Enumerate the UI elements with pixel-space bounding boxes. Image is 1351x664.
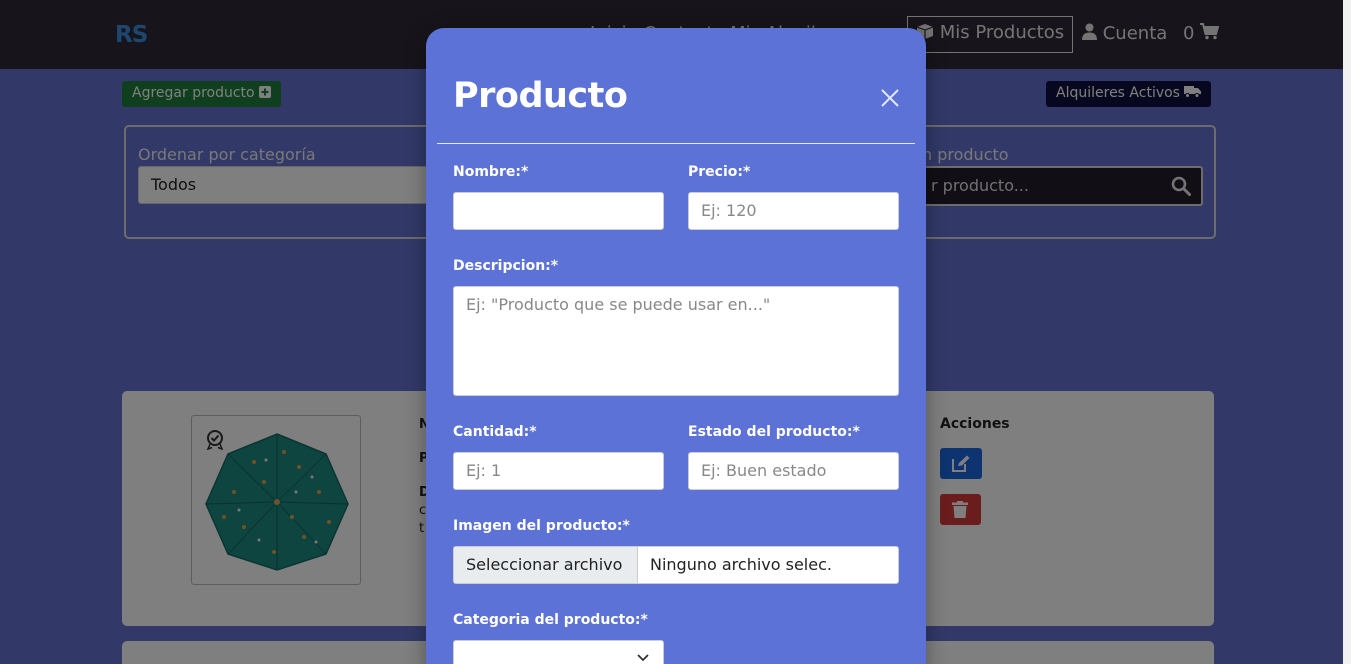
precio-label: Precio:* — [688, 164, 751, 180]
imagen-file-input[interactable]: Seleccionar archivo Ninguno archivo sele… — [453, 546, 899, 584]
descripcion-label: Descripcion:* — [453, 258, 559, 274]
estado-label: Estado del producto:* — [688, 424, 860, 440]
select-file-button[interactable]: Seleccionar archivo — [454, 547, 638, 583]
estado-input[interactable]: Ej: Buen estado — [688, 452, 899, 490]
categoria-select[interactable] — [453, 640, 664, 664]
nombre-input[interactable] — [453, 192, 664, 230]
descripcion-textarea[interactable]: Ej: "Producto que se puede usar en..." — [453, 286, 899, 396]
precio-input[interactable]: Ej: 120 — [688, 192, 899, 230]
cantidad-label: Cantidad:* — [453, 424, 537, 440]
modal-divider — [437, 143, 915, 144]
product-modal: Producto Nombre:* Precio:* Ej: 120 Descr… — [426, 28, 926, 664]
cantidad-input[interactable]: Ej: 1 — [453, 452, 664, 490]
modal-title: Producto — [453, 76, 628, 116]
imagen-label: Imagen del producto:* — [453, 518, 630, 534]
nombre-label: Nombre:* — [453, 164, 529, 180]
close-icon[interactable] — [878, 86, 902, 110]
categoria-label: Categoria del producto:* — [453, 612, 648, 628]
selected-file-name: Ninguno archivo selec. — [650, 555, 832, 574]
page-scrollbar[interactable] — [1343, 0, 1351, 664]
